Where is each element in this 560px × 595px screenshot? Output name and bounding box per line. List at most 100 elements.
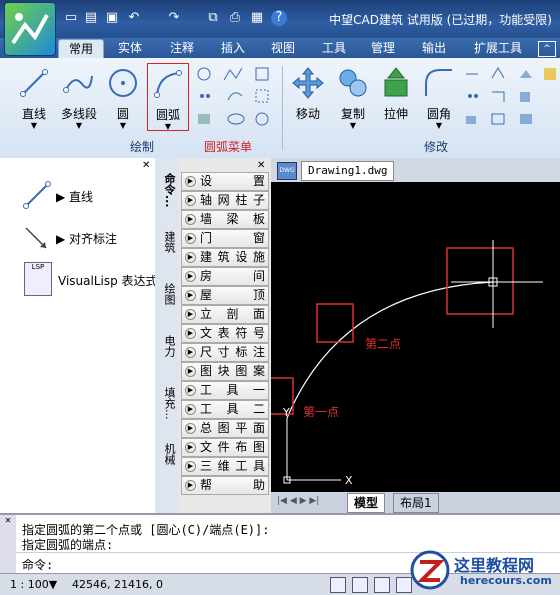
minimize-ribbon-icon[interactable]: ^	[538, 41, 556, 57]
ortho-icon[interactable]	[374, 577, 390, 593]
divider	[282, 66, 283, 150]
command-item[interactable]: ▶ 图块图案	[181, 362, 269, 381]
app-logo[interactable]	[4, 2, 56, 56]
document-tab-bar: DWG Drawing1.dwg	[271, 158, 560, 182]
open-icon[interactable]: ▤	[83, 10, 99, 26]
command-item-label: 墙梁板	[200, 212, 266, 226]
redo-icon[interactable]: ↷	[166, 10, 182, 26]
side-tab-mechanical[interactable]: 机械	[157, 434, 177, 474]
tab-output[interactable]: 输出	[414, 39, 454, 58]
command-item-label: 文件布图	[200, 440, 266, 454]
fillet-label: 圆角	[426, 107, 451, 121]
expand-icon: ▶	[185, 214, 196, 225]
dropdown-arrow-icon: ▼	[349, 121, 357, 130]
command-item[interactable]: ▶ 轴网柱子	[181, 191, 269, 210]
small-modify-tools[interactable]	[464, 66, 560, 130]
grid-icon[interactable]	[330, 577, 346, 593]
tab-insert[interactable]: 插入	[213, 39, 253, 58]
tab-view[interactable]: 视图	[263, 39, 303, 58]
command-item[interactable]: ▶ 尺寸标注	[181, 343, 269, 362]
palette-item-visuallisp[interactable]: VisualLisp 表达式	[58, 272, 158, 289]
command-item[interactable]: ▶ 总图平面	[181, 419, 269, 438]
command-item-label: 总图平面	[200, 421, 266, 435]
drawing-canvas[interactable]: 第二点 第一点 X Y	[271, 182, 560, 492]
undo-icon[interactable]: ↶	[126, 10, 142, 26]
command-item-label: 图块图案	[200, 364, 266, 378]
scale-selector[interactable]: 1 : 100▼	[10, 578, 57, 591]
new-icon[interactable]: ▭	[63, 10, 79, 26]
second-point-marker	[316, 303, 354, 343]
document-tab[interactable]: Drawing1.dwg	[301, 161, 395, 181]
copy-icon[interactable]: ⧉	[205, 10, 221, 26]
command-item[interactable]: ▶ 屋顶	[181, 286, 269, 305]
side-tab-commands[interactable]: 命令...	[157, 166, 177, 214]
move-button[interactable]: 移动	[288, 66, 328, 122]
expand-icon: ▶	[185, 366, 196, 377]
print-icon[interactable]: ⎙	[227, 10, 243, 26]
tab-solid[interactable]: 实体	[110, 39, 150, 58]
layout-nav-icon[interactable]: |◀ ◀ ▶ ▶|	[277, 496, 319, 506]
command-item-label: 三维工具	[200, 459, 266, 473]
line-button[interactable]: 直线 ▼	[14, 66, 54, 130]
window-title: 中望CAD建筑 试用版 (已过期，功能受限)	[329, 13, 552, 27]
command-item-label: 工具二	[200, 402, 266, 416]
command-item[interactable]: ▶ 文件布图	[181, 438, 269, 457]
close-icon[interactable]: ✕	[142, 160, 150, 171]
expand-icon: ▶	[185, 176, 196, 187]
command-line-close-icon[interactable]: ✕	[0, 515, 16, 575]
save-icon[interactable]: ▣	[104, 10, 120, 26]
expand-icon: ▶	[185, 309, 196, 320]
snap-icon[interactable]	[352, 577, 368, 593]
command-item[interactable]: ▶ 工具一	[181, 381, 269, 400]
arc-button[interactable]: 圆弧 ▼	[147, 63, 189, 131]
stretch-icon	[384, 67, 408, 97]
copy-objects-icon	[339, 69, 367, 97]
circle-button[interactable]: 圆 ▼	[104, 66, 142, 130]
move-icon	[292, 67, 324, 99]
command-item-label: 门窗	[200, 231, 266, 245]
command-item[interactable]: ▶ 设置	[181, 172, 269, 191]
command-item[interactable]: ▶ 工具二	[181, 400, 269, 419]
command-item-label: 工具一	[200, 383, 266, 397]
preview-icon[interactable]: ▦	[249, 10, 265, 26]
command-item[interactable]: ▶ 三维工具	[181, 457, 269, 476]
command-item-label: 房间	[200, 269, 266, 283]
tab-annotate[interactable]: 注释	[162, 39, 202, 58]
command-item[interactable]: ▶ 文表符号	[181, 324, 269, 343]
cursor-box	[446, 247, 514, 315]
expand-icon: ▶	[185, 271, 196, 282]
copy-button[interactable]: 复制 ▼	[333, 66, 373, 130]
tab-manage[interactable]: 管理	[363, 39, 403, 58]
close-icon[interactable]: ✕	[257, 160, 265, 171]
tab-layout1[interactable]: 布局1	[393, 493, 439, 513]
tab-model[interactable]: 模型	[347, 493, 386, 513]
second-point-label: 第二点	[365, 337, 401, 351]
align-dimension-icon	[25, 227, 47, 249]
help-icon[interactable]: ?	[271, 10, 287, 26]
side-tab-drawing[interactable]: 绘图	[157, 274, 177, 314]
stretch-button[interactable]: 拉伸	[376, 66, 416, 122]
side-tab-fill[interactable]: 填充...	[157, 378, 177, 428]
command-item[interactable]: ▶ 建筑设施	[181, 248, 269, 267]
command-item[interactable]: ▶ 门窗	[181, 229, 269, 248]
dropdown-arrow-icon: ▼	[75, 121, 83, 130]
watermark-name: 这里教程网	[454, 556, 535, 575]
arc-label: 圆弧	[155, 108, 180, 122]
command-item[interactable]: ▶ 房间	[181, 267, 269, 286]
tab-tools[interactable]: 工具	[314, 39, 354, 58]
ucs-y-label: Y	[282, 406, 290, 419]
small-draw-tools[interactable]	[196, 66, 276, 130]
fillet-button[interactable]: 圆角 ▼	[419, 66, 459, 130]
palette-item-line[interactable]: ▶ 直线	[56, 188, 93, 205]
palette-item-aligned-dim[interactable]: ▶ 对齐标注	[56, 230, 117, 247]
tab-extensions[interactable]: 扩展工具	[466, 39, 530, 58]
circle-icon	[109, 69, 137, 97]
polyline-label: 多线段	[60, 107, 97, 121]
side-tab-electric[interactable]: 电力	[157, 326, 177, 366]
command-item[interactable]: ▶ 立剖面	[181, 305, 269, 324]
side-tab-building[interactable]: 建筑	[157, 222, 177, 262]
polyline-button[interactable]: 多线段 ▼	[58, 66, 100, 130]
command-item[interactable]: ▶ 帮助	[181, 476, 269, 495]
tab-common[interactable]: 常用	[58, 39, 104, 59]
command-item[interactable]: ▶ 墙梁板	[181, 210, 269, 229]
